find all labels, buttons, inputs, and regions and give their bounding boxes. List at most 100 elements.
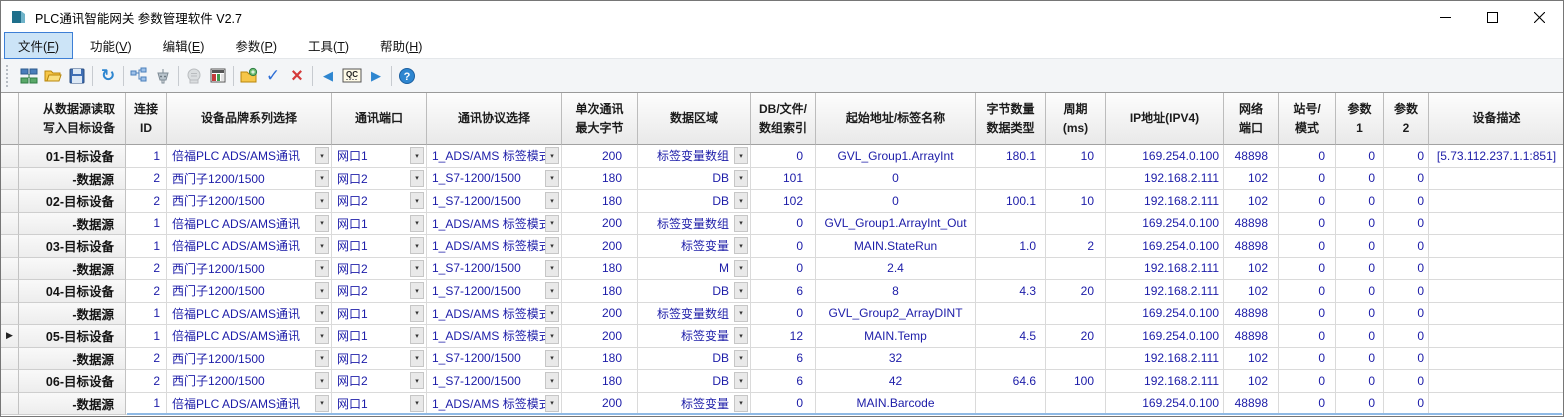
cell-port-combo[interactable]: 网口2▾ [332, 348, 427, 371]
chevron-down-icon[interactable]: ▾ [734, 192, 748, 209]
cell-desc[interactable] [1429, 303, 1563, 326]
cell-ip[interactable]: 192.168.2.111 [1106, 370, 1224, 393]
cell-station[interactable]: 0 [1279, 370, 1336, 393]
chevron-down-icon[interactable]: ▾ [545, 350, 559, 367]
chevron-down-icon[interactable]: ▾ [734, 372, 748, 389]
cell-bytes[interactable] [976, 303, 1046, 326]
cell-area-combo[interactable]: 标签变量数组▾ [638, 213, 751, 236]
cell-id[interactable]: 1 [126, 303, 167, 326]
cell-maxbytes[interactable]: 180 [562, 280, 638, 303]
cell-ip[interactable]: 169.254.0.100 [1106, 213, 1224, 236]
cell-desc[interactable] [1429, 280, 1563, 303]
row-selector[interactable] [1, 168, 19, 191]
cell-netport[interactable]: 102 [1224, 258, 1279, 281]
row-header-label[interactable]: 01-目标设备 [19, 145, 126, 168]
cell-ip[interactable]: 192.168.2.111 [1106, 190, 1224, 213]
cell-port-combo[interactable]: 网口1▾ [332, 213, 427, 236]
cell-desc[interactable]: [5.73.112.237.1.1:851] [1429, 145, 1563, 168]
cell-db[interactable]: 102 [751, 190, 816, 213]
cell-station[interactable]: 0 [1279, 190, 1336, 213]
cell-id[interactable]: 2 [126, 280, 167, 303]
menu-item-tools[interactable]: 工具(T) [294, 32, 363, 59]
open-file-icon[interactable] [41, 64, 65, 88]
prev-icon[interactable]: ◀ [316, 64, 340, 88]
cell-maxbytes[interactable]: 180 [562, 190, 638, 213]
row-selector[interactable] [1, 393, 19, 416]
cell-cycle[interactable]: 20 [1046, 280, 1106, 303]
cell-bytes[interactable]: 1.0 [976, 235, 1046, 258]
chevron-down-icon[interactable]: ▾ [315, 305, 329, 322]
cell-desc[interactable] [1429, 258, 1563, 281]
cell-cycle[interactable] [1046, 303, 1106, 326]
cell-p1[interactable]: 0 [1336, 325, 1384, 348]
chevron-down-icon[interactable]: ▾ [545, 215, 559, 232]
cell-proto-combo[interactable]: 1_ADS/AMS 标签模式▾ [427, 325, 562, 348]
cell-db[interactable]: 0 [751, 145, 816, 168]
cell-maxbytes[interactable]: 200 [562, 325, 638, 348]
chevron-down-icon[interactable]: ▾ [734, 215, 748, 232]
cell-area-combo[interactable]: DB▾ [638, 168, 751, 191]
cell-brand-combo[interactable]: 西门子1200/1500▾ [167, 168, 332, 191]
cell-station[interactable]: 0 [1279, 235, 1336, 258]
cell-db[interactable]: 6 [751, 280, 816, 303]
cell-station[interactable]: 0 [1279, 393, 1336, 416]
serial-port-icon[interactable] [151, 64, 175, 88]
cell-netport[interactable]: 102 [1224, 168, 1279, 191]
row-header-label[interactable]: 06-目标设备 [19, 370, 126, 393]
cell-brand-combo[interactable]: 倍福PLC ADS/AMS通讯▾ [167, 145, 332, 168]
row-selector[interactable] [1, 213, 19, 236]
cell-port-combo[interactable]: 网口1▾ [332, 145, 427, 168]
sync-devices-icon[interactable] [17, 64, 41, 88]
cell-netport[interactable]: 48898 [1224, 393, 1279, 416]
cell-bytes[interactable] [976, 348, 1046, 371]
chevron-down-icon[interactable]: ▾ [315, 327, 329, 344]
cell-bytes[interactable]: 180.1 [976, 145, 1046, 168]
cell-p2[interactable]: 0 [1384, 213, 1429, 236]
refresh-icon[interactable]: ↻ [96, 64, 120, 88]
chevron-down-icon[interactable]: ▾ [410, 327, 424, 344]
cell-brand-combo[interactable]: 倍福PLC ADS/AMS通讯▾ [167, 325, 332, 348]
cell-cycle[interactable] [1046, 393, 1106, 416]
current-row-marker-icon[interactable]: ▶ [1, 325, 19, 348]
data-table-icon[interactable] [206, 64, 230, 88]
cell-maxbytes[interactable]: 180 [562, 370, 638, 393]
row-selector[interactable] [1, 145, 19, 168]
chevron-down-icon[interactable]: ▾ [734, 237, 748, 254]
cell-addr[interactable]: MAIN.StateRun [816, 235, 976, 258]
cell-area-combo[interactable]: 标签变量▾ [638, 235, 751, 258]
cell-bytes[interactable] [976, 213, 1046, 236]
cell-brand-combo[interactable]: 西门子1200/1500▾ [167, 370, 332, 393]
chevron-down-icon[interactable]: ▾ [410, 372, 424, 389]
cell-p2[interactable]: 0 [1384, 145, 1429, 168]
cell-ip[interactable]: 169.254.0.100 [1106, 393, 1224, 416]
chevron-down-icon[interactable]: ▾ [734, 260, 748, 277]
chevron-down-icon[interactable]: ▾ [545, 170, 559, 187]
cell-proto-combo[interactable]: 1_S7-1200/1500▾ [427, 190, 562, 213]
chevron-down-icon[interactable]: ▾ [315, 192, 329, 209]
cell-desc[interactable] [1429, 213, 1563, 236]
cell-cycle[interactable] [1046, 348, 1106, 371]
cell-desc[interactable] [1429, 168, 1563, 191]
cell-desc[interactable] [1429, 370, 1563, 393]
row-header-label[interactable]: 04-目标设备 [19, 280, 126, 303]
chevron-down-icon[interactable]: ▾ [734, 305, 748, 322]
cell-bytes[interactable]: 4.5 [976, 325, 1046, 348]
cell-id[interactable]: 2 [126, 370, 167, 393]
cell-maxbytes[interactable]: 180 [562, 348, 638, 371]
chevron-down-icon[interactable]: ▾ [410, 215, 424, 232]
cell-bytes[interactable]: 100.1 [976, 190, 1046, 213]
chevron-down-icon[interactable]: ▾ [545, 395, 559, 412]
cell-id[interactable]: 1 [126, 235, 167, 258]
chevron-down-icon[interactable]: ▾ [410, 170, 424, 187]
cell-proto-combo[interactable]: 1_S7-1200/1500▾ [427, 280, 562, 303]
cell-addr[interactable]: GVL_Group2_ArrayDINT [816, 303, 976, 326]
cell-area-combo[interactable]: 标签变量数组▾ [638, 145, 751, 168]
cell-maxbytes[interactable]: 200 [562, 145, 638, 168]
cell-proto-combo[interactable]: 1_ADS/AMS 标签模式▾ [427, 213, 562, 236]
cell-station[interactable]: 0 [1279, 303, 1336, 326]
row-header-label[interactable]: -数据源 [19, 393, 126, 416]
cell-proto-combo[interactable]: 1_ADS/AMS 标签模式▾ [427, 303, 562, 326]
chevron-down-icon[interactable]: ▾ [410, 350, 424, 367]
qc-icon[interactable]: QC [340, 64, 364, 88]
cell-port-combo[interactable]: 网口1▾ [332, 235, 427, 258]
